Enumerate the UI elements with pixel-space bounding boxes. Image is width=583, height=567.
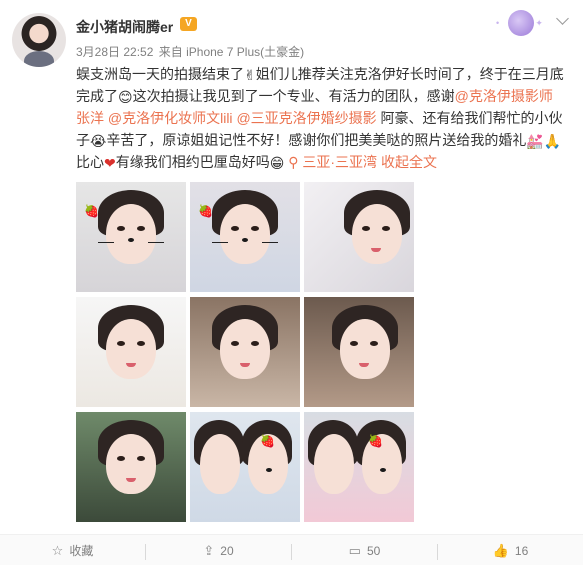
post-meta: 3月28日 22:52 来自 iPhone 7 Plus(土豪金) [76,43,304,60]
photo-whisker [212,242,228,243]
crying-emoji-icon: 😭 [90,133,107,149]
photo-face [352,204,402,264]
favorite-button[interactable]: ☆ 收藏 [0,535,145,565]
post-text-seg: 这次拍摄让我见到了一个专业、有活力的团队，感谢 [132,88,455,104]
repost-count: 20 [220,544,234,558]
star-icon: ☆ [51,543,64,558]
photo-thumbnail[interactable] [76,412,186,522]
photo-thumbnail[interactable]: 🍓 [190,182,300,292]
post-text: 蜈支洲岛一天的拍摄结束了✌姐们儿推荐关注克洛伊好长时间了，终于在三月底完成了😊这… [76,63,566,173]
photo-eye [231,226,239,231]
collapse-link[interactable]: 收起全文 [381,154,437,170]
photo-face [314,434,354,494]
strawberry-sticker-icon: 🍓 [368,434,383,448]
photo-face [220,319,270,379]
photo-thumbnail[interactable] [304,297,414,407]
heart-icon: ❤ [104,155,116,171]
location-link[interactable]: ⚲ 三亚·三亚湾 [288,154,377,170]
pray-emoji-icon: 🙏 [543,133,562,149]
photo-whisker [262,242,278,243]
action-bar: ☆ 收藏 ⇪ 20 ▭ 50 👍 16 [0,534,583,565]
post-text-seg: 蜈支洲岛一天的拍摄结束了 [76,66,244,82]
photo-eye [137,226,145,231]
photo-face [106,434,156,494]
like-count: 16 [514,544,529,558]
photo-eye [137,341,145,346]
thumbs-up-icon: 👍 [492,543,509,558]
photo-eye [362,226,370,231]
photo-face [106,204,156,264]
photo-whisker [98,242,114,243]
photo-eye [251,226,259,231]
post-from-label: 来自 [158,45,183,59]
strawberry-sticker-icon: 🍓 [84,204,99,218]
photo-nose [380,468,386,472]
chevron-down-icon[interactable] [556,12,569,25]
photo-eye [117,456,125,461]
weibo-post-card: 金小猪胡闹腾er V • ✦ • ✦ 3月28日 22:52 来自 iPhone… [0,0,583,565]
repost-icon: ⇪ [203,543,215,558]
photo-face [200,434,240,494]
username[interactable]: 金小猪胡闹腾er [76,17,173,37]
photo-eye [350,341,358,346]
photo-eye [117,226,125,231]
photo-grid: 🍓 🍓 🍓 🍓 [76,182,415,522]
photo-eye [137,456,145,461]
photo-face [220,204,270,264]
photo-whisker [148,242,164,243]
photo-nose [128,238,134,242]
photo-eye [370,341,378,346]
post-time[interactable]: 3月28日 22:52 [76,45,153,59]
photo-thumbnail[interactable]: 🍓 [190,412,300,522]
like-button[interactable]: 👍 16 [438,535,583,565]
mention-link[interactable]: @克洛伊化妆师文lili [108,110,233,126]
comment-icon: ▭ [348,543,361,558]
photo-eye [117,341,125,346]
vip-badge-icon[interactable]: V [180,17,197,31]
location-label: 三亚·三亚湾 [302,154,378,170]
favorite-label: 收藏 [69,544,94,558]
photo-nose [242,238,248,242]
photo-nose [266,468,272,472]
victory-hand-icon: ✌ [244,67,256,83]
photo-face [340,319,390,379]
photo-eye [382,226,390,231]
post-device[interactable]: iPhone 7 Plus(土豪金) [186,45,304,59]
post-text-seg: 辛苦了，原谅姐姐记性不好！感谢你们把美美哒的照片送给我的婚礼 [106,132,527,148]
photo-face [106,319,156,379]
photo-eye [231,341,239,346]
photo-thumbnail[interactable] [76,297,186,407]
grin-emoji-icon: 😁 [269,155,285,171]
crystal-ball-icon [508,10,534,36]
mention-link[interactable]: @三亚克洛伊婚纱摄影 [236,110,376,126]
photo-thumbnail[interactable]: 🍓 [76,182,186,292]
location-pin-icon: ⚲ [288,154,299,170]
strawberry-sticker-icon: 🍓 [198,204,213,218]
comment-count: 50 [366,544,381,558]
decoration-card-icon: • ✦ • ✦ [490,8,552,38]
repost-button[interactable]: ⇪ 20 [146,535,291,565]
smile-emoji-icon: 😊 [118,89,133,105]
comment-button[interactable]: ▭ 50 [292,535,437,565]
avatar[interactable] [12,13,66,67]
photo-thumbnail[interactable]: 🍓 [304,412,414,522]
wedding-emoji-icon: 💒 [526,133,544,149]
post-text-seg: 有缘我们相约巴厘岛好吗 [115,154,270,170]
avatar-shoulder [24,51,54,67]
photo-eye [251,341,259,346]
photo-thumbnail[interactable] [304,182,414,292]
post-text-seg: 比心 [76,154,104,170]
strawberry-sticker-icon: 🍓 [260,434,275,448]
photo-thumbnail[interactable] [190,297,300,407]
